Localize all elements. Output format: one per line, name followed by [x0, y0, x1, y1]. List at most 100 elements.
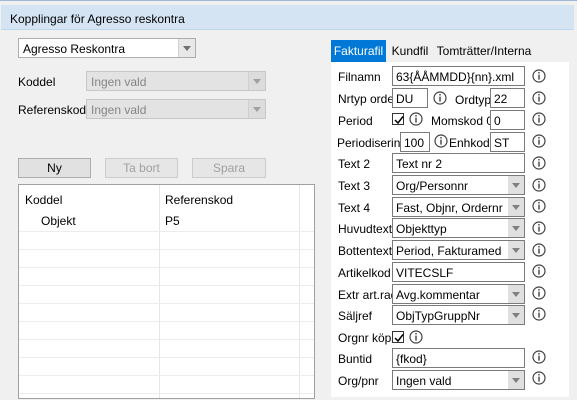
new-button[interactable]: Ny: [18, 158, 91, 178]
chevron-down-icon[interactable]: [508, 306, 524, 324]
enhkod-field[interactable]: ST: [490, 132, 525, 152]
momskod-value: 0: [494, 114, 501, 128]
info-icon[interactable]: [532, 350, 546, 364]
bottentext-select[interactable]: Period, Fakturamed: [392, 240, 525, 260]
info-icon[interactable]: [532, 286, 546, 300]
text2-field[interactable]: Text nr 2: [392, 153, 525, 173]
grid-header-referenskod[interactable]: Referenskod: [165, 193, 233, 207]
text3-select[interactable]: Org/Personnr: [392, 175, 525, 195]
text2-label: Text 2: [338, 157, 371, 171]
window-title: Kopplingar för Agresso reskontra: [10, 12, 185, 26]
info-icon[interactable]: [532, 69, 546, 83]
filnamn-label: Filnamn: [338, 70, 381, 84]
chevron-down-icon[interactable]: [178, 39, 195, 57]
buntid-label: Buntid: [338, 352, 373, 366]
grid-row-line: [19, 321, 314, 322]
info-icon[interactable]: [409, 330, 423, 344]
info-icon[interactable]: [433, 91, 447, 105]
koddel-label: Koddel: [18, 75, 56, 89]
org-pnr-select[interactable]: Ingen vald: [392, 370, 525, 390]
filnamn-field[interactable]: 63{ÅÅMMDD}{nn}.xml: [392, 66, 525, 86]
system-select-value: Agresso Reskontra: [23, 42, 126, 56]
chevron-down-icon[interactable]: [248, 72, 265, 90]
info-icon[interactable]: [532, 371, 546, 385]
periodisering-field[interactable]: 100: [400, 132, 430, 152]
artikelkod-value: VITECSLF: [396, 266, 454, 280]
nrtyp-order-label: Nrtyp order: [338, 92, 399, 106]
grid-row-line: [19, 249, 314, 250]
chevron-down-icon[interactable]: [508, 371, 524, 389]
ordtyp-value: 22: [494, 92, 508, 106]
tab-tomtratter-interna[interactable]: Tomträtter/Interna: [436, 40, 532, 62]
artikelkod-field[interactable]: VITECSLF: [392, 262, 525, 282]
info-icon[interactable]: [532, 307, 546, 321]
info-icon[interactable]: [532, 221, 546, 235]
momskod-label: Momskod 0: [431, 114, 494, 128]
huvudtext-label: Huvudtext: [338, 222, 393, 236]
mapping-grid[interactable]: Koddel Referenskod Objekt P5: [18, 184, 315, 399]
ordtyp-field[interactable]: 22: [490, 88, 525, 108]
grid-header-koddel[interactable]: Koddel: [25, 193, 62, 207]
text4-label: Text 4: [338, 201, 371, 215]
text3-label: Text 3: [338, 179, 371, 193]
text3-value: Org/Personnr: [396, 179, 469, 193]
info-icon[interactable]: [532, 243, 546, 257]
info-icon[interactable]: [532, 112, 546, 126]
chevron-down-icon[interactable]: [508, 176, 524, 194]
checkmark-icon: [393, 332, 405, 344]
text4-value: Fast, Objnr, Ordernr: [396, 201, 503, 215]
tab-kundfil[interactable]: Kundfil: [388, 40, 432, 62]
text2-value: Text nr 2: [396, 157, 443, 171]
grid-cell-referenskod: P5: [165, 214, 180, 228]
koddel-select[interactable]: Ingen vald: [86, 71, 266, 91]
extr-art-rad-label: Extr art.rad: [338, 288, 398, 302]
system-select[interactable]: Agresso Reskontra: [18, 38, 196, 58]
koddel-select-value: Ingen vald: [91, 75, 147, 89]
saljref-select[interactable]: ObjTypGruppNr: [392, 305, 525, 325]
org-pnr-label: Org/pnr: [338, 374, 379, 388]
info-icon[interactable]: [434, 134, 448, 148]
save-button[interactable]: Spara: [192, 158, 266, 178]
text4-select[interactable]: Fast, Objnr, Ordernr: [392, 197, 525, 217]
chevron-down-icon[interactable]: [248, 100, 265, 118]
ordtyp-label: Ordtyp: [455, 93, 492, 107]
info-icon[interactable]: [532, 178, 546, 192]
grid-column-divider: [159, 185, 160, 398]
org-pnr-value: Ingen vald: [396, 374, 452, 388]
info-icon[interactable]: [532, 91, 546, 105]
huvudtext-value: Objekttyp: [396, 222, 447, 236]
grid-row-line: [19, 393, 314, 394]
tab-fakturafil[interactable]: Fakturafil: [331, 40, 386, 62]
chevron-down-icon[interactable]: [508, 241, 524, 259]
info-icon[interactable]: [532, 156, 546, 170]
period-checkbox[interactable]: [392, 113, 404, 125]
grid-header: Koddel Referenskod: [19, 185, 314, 207]
enhkod-value: ST: [494, 136, 510, 150]
chevron-down-icon[interactable]: [508, 219, 524, 237]
grid-row-line: [19, 339, 314, 340]
info-icon[interactable]: [532, 134, 546, 148]
grid-column-divider: [299, 185, 300, 398]
info-icon[interactable]: [532, 264, 546, 278]
delete-button[interactable]: Ta bort: [105, 158, 178, 178]
period-label: Period: [338, 114, 373, 128]
chevron-down-icon[interactable]: [508, 285, 524, 303]
checkmark-icon: [393, 114, 405, 126]
saljref-value: ObjTypGruppNr: [396, 309, 481, 323]
referenskod-select[interactable]: Ingen vald: [86, 99, 266, 119]
titlebar-background: Kopplingar för Agresso reskontra: [1, 5, 574, 30]
extr-art-rad-select[interactable]: Avg.kommentar: [392, 284, 525, 304]
enhkod-label: Enhkod: [449, 136, 490, 150]
grid-row-line: [19, 267, 314, 268]
info-icon[interactable]: [409, 112, 423, 126]
momskod-field[interactable]: 0: [490, 110, 525, 130]
buntid-field[interactable]: {fkod}: [392, 348, 525, 368]
periodisering-value: 100: [404, 136, 425, 150]
orgnr-kop-label: Orgnr köp: [338, 331, 392, 345]
chevron-down-icon[interactable]: [508, 198, 524, 216]
huvudtext-select[interactable]: Objekttyp: [392, 218, 525, 238]
orgnr-kop-checkbox[interactable]: [392, 331, 404, 343]
nrtyp-order-field[interactable]: DU: [392, 88, 428, 108]
info-icon[interactable]: [532, 199, 546, 213]
grid-row-line: [19, 375, 314, 376]
